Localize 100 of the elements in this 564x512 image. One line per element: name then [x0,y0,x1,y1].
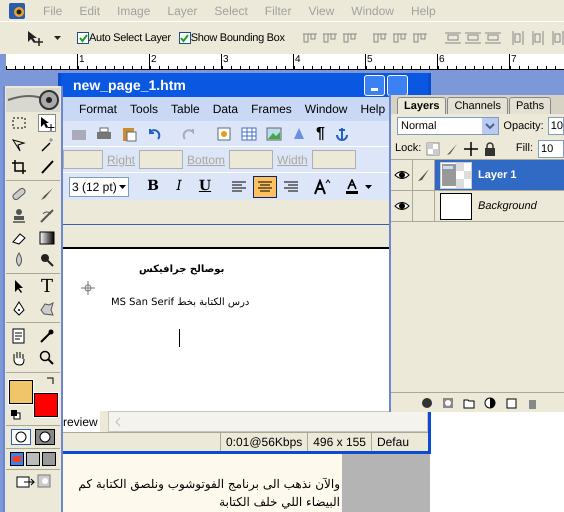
layer-row[interactable]: Background [435,191,564,221]
web-component-icon[interactable] [216,126,232,142]
align-center-icon[interactable] [392,31,407,45]
search-icon[interactable] [39,350,55,366]
menu-item[interactable]: Window [304,100,348,118]
view-tab[interactable]: review [61,411,100,432]
move-tool-icon[interactable] [26,29,46,47]
panel-tab[interactable]: Channels [447,97,508,114]
align-center-button[interactable] [253,176,277,198]
caret-icon[interactable] [365,184,372,188]
panel-tab[interactable]: Layers [397,97,446,114]
align-middle-icon[interactable] [322,31,337,45]
text-tool[interactable]: T [35,277,59,297]
minimize-button[interactable] [364,74,385,96]
eye-icon[interactable] [394,169,410,181]
folder-icon[interactable] [463,396,475,408]
ruler-label: 7 [511,54,517,66]
distribute-center-icon[interactable] [530,31,545,45]
history-brush-icon[interactable] [39,208,55,224]
printer-icon[interactable] [96,126,112,142]
input-field[interactable] [229,150,274,169]
input-field[interactable] [139,150,184,169]
mask-icon[interactable] [442,396,454,408]
panel-tab[interactable]: Paths [508,97,552,114]
format-button[interactable]: I [167,176,191,198]
distribute-left-icon[interactable] [510,31,525,45]
foreground-color-swatch[interactable] [9,380,33,404]
new-layer-icon[interactable] [505,396,517,408]
ruler-label: 3 [223,54,229,66]
distribute-right-icon[interactable] [550,31,564,45]
shape-icon[interactable] [39,301,55,317]
window-mode-icon[interactable] [10,452,24,466]
caret-icon[interactable] [54,36,61,40]
eyedropper-icon[interactable] [39,328,55,344]
pin-icon[interactable] [39,252,55,268]
standard-mode-icon[interactable] [11,429,31,445]
format-button[interactable]: B [141,176,165,198]
table-icon[interactable] [241,126,257,142]
fill-field[interactable]: 10 [538,140,564,158]
visibility-cell[interactable] [391,160,413,190]
visibility-cell[interactable] [391,191,413,221]
fill-label: Fill: [516,141,533,156]
menu-item[interactable]: Data [212,100,238,118]
align-bottom-icon[interactable] [342,31,357,45]
quick-mask-icon[interactable] [35,429,55,445]
eye-icon[interactable] [394,200,410,212]
lock-transparency-icon[interactable] [426,142,440,156]
image-icon[interactable] [266,126,282,142]
menu-item[interactable]: Table [171,100,200,118]
ruler-label: 4 [295,54,301,66]
adjustment-icon[interactable] [484,396,496,408]
menu-item[interactable]: Frames [251,100,292,118]
distribute-middle-icon[interactable] [464,31,481,45]
menu-item[interactable]: Help [360,100,386,118]
horizontal-scrollbar[interactable] [108,411,428,432]
move-icon[interactable] [464,142,478,156]
crop-icon[interactable] [11,159,27,175]
stamp-icon[interactable] [11,208,27,224]
distribute-bottom-icon[interactable] [484,31,501,45]
notes-icon[interactable] [11,328,27,344]
gradient-icon[interactable] [39,230,55,246]
distribute-top-icon[interactable] [444,31,461,45]
font-color-icon[interactable] [345,178,359,194]
blend-mode-dropdown[interactable]: Normal [397,117,500,135]
input-field[interactable] [312,150,356,169]
layer-row[interactable]: Layer 1 [435,160,564,190]
marquee-icon[interactable] [11,115,27,131]
align-right-icon[interactable] [412,31,427,45]
checkbox[interactable] [77,32,89,44]
font-grow-icon[interactable] [313,178,331,194]
pen-icon[interactable] [11,301,27,317]
move-tool-icon[interactable] [39,115,55,131]
default-colors-icon[interactable] [11,410,21,420]
full-screen-menu-icon[interactable] [26,452,40,466]
ruler-label: 5 [367,54,373,66]
layer-style-icon[interactable] [421,396,433,408]
magic-wand-icon[interactable] [39,137,55,153]
align-top-icon[interactable] [302,31,317,45]
layer-thumbnail [440,162,472,188]
format-button[interactable]: U [193,176,217,198]
full-screen-icon[interactable] [42,452,56,466]
hand-icon[interactable] [11,350,27,366]
anchor-icon[interactable] [334,126,350,142]
pilcrow-button[interactable]: ¶ [316,122,325,146]
align-left-icon[interactable] [372,31,387,45]
maximize-button[interactable] [387,74,408,96]
link-cell[interactable] [413,191,435,221]
link-cell[interactable] [413,160,435,190]
menu-item[interactable]: Format [79,100,118,118]
opacity-field[interactable]: 10 [548,117,564,135]
input-field[interactable] [63,150,103,169]
brush-icon[interactable] [39,186,55,202]
checkbox[interactable] [178,32,191,44]
menu-item[interactable]: Tools [130,100,158,118]
clipboard-icon[interactable] [121,126,137,142]
background-color-swatch[interactable] [34,393,58,417]
font-size-dropdown[interactable]: 3 (12 pt) [69,176,129,196]
lasso-icon[interactable] [11,137,27,153]
image-ready-icon[interactable] [36,473,50,489]
lock-icon[interactable] [483,142,498,156]
